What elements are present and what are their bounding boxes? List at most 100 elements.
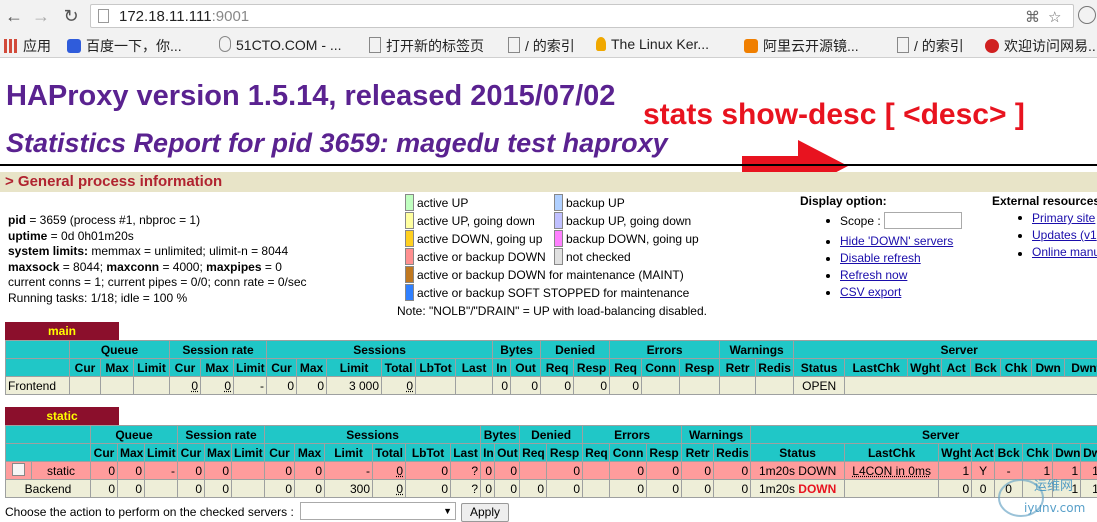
table-cell: 0: [178, 480, 205, 498]
table-cell: [845, 377, 1097, 395]
legend-swatch: [554, 230, 563, 247]
table-cell[interactable]: 0: [373, 480, 406, 498]
header-dwn: Dwn: [1032, 359, 1065, 377]
header-limit: Limit: [145, 444, 178, 462]
bookmark-star-icon[interactable]: ☆: [1048, 8, 1061, 26]
globe-icon[interactable]: [1078, 6, 1096, 24]
csv-export-link[interactable]: CSV export: [840, 285, 901, 299]
bookmark-apps[interactable]: 应用: [4, 36, 51, 56]
table-cell: ?: [451, 480, 481, 498]
bullet-icon: [826, 274, 830, 278]
lastchk-cell[interactable]: L4CON in 0ms: [845, 462, 939, 480]
header-retr: Retr: [682, 444, 714, 462]
action-select[interactable]: ▼: [300, 502, 456, 520]
table-cell: [145, 480, 178, 498]
apply-button[interactable]: Apply: [461, 503, 509, 522]
forward-icon[interactable]: →: [30, 5, 52, 27]
header-sessions: Sessions: [265, 426, 481, 444]
netease-icon: [985, 39, 999, 53]
bookmark-aliyun[interactable]: 阿里云开源镜...: [744, 36, 859, 56]
table-cell: [232, 462, 265, 480]
bookmark-linux-kernel[interactable]: The Linux Ker...: [596, 36, 709, 52]
translate-icon[interactable]: ⌘: [1025, 8, 1040, 26]
updates-link[interactable]: Updates (v1: [1032, 228, 1097, 242]
reload-icon[interactable]: ↻: [60, 5, 82, 27]
table-cell[interactable]: 0: [382, 377, 416, 395]
legend-label: active UP, going down: [417, 214, 535, 228]
table-cell[interactable]: 0: [201, 377, 234, 395]
proxy-title-main[interactable]: main: [5, 322, 119, 340]
server-checkbox[interactable]: [12, 463, 25, 476]
legend-label: active UP: [417, 196, 468, 210]
table-cell: 0: [610, 480, 647, 498]
header-max: Max: [205, 444, 232, 462]
header-chk: Chk: [1001, 359, 1032, 377]
bookmark-netease[interactable]: 欢迎访问网易...: [985, 36, 1097, 56]
table-cell: [134, 377, 170, 395]
table-cell: 0: [205, 480, 232, 498]
header-server: Server: [751, 426, 1097, 444]
table-cell: -: [145, 462, 178, 480]
table-cell: [583, 480, 610, 498]
back-icon[interactable]: ←: [3, 5, 25, 27]
bookmark-51cto[interactable]: 51CTO.COM - ...: [219, 36, 342, 53]
header-limit: Limit: [232, 444, 265, 462]
table-cell: 0: [493, 377, 511, 395]
table-cell: 0: [481, 462, 495, 480]
header-resp: Resp: [647, 444, 682, 462]
table-cell: 0: [714, 480, 751, 498]
pid-value: = 3659 (process #1, nbproc = 1): [26, 213, 200, 227]
header-session-rate: Session rate: [178, 426, 265, 444]
table-cell: 0: [481, 480, 495, 498]
table-cell: 0: [495, 462, 520, 480]
header-req: Req: [520, 444, 547, 462]
legend-swatch: [405, 230, 414, 247]
url-host: 172.18.11.111: [119, 8, 212, 25]
table-cell: 0: [495, 480, 520, 498]
header-req: Req: [541, 359, 574, 377]
bullet-icon: [1018, 216, 1022, 220]
server-row-static: static 0 0 - 0 0 0 0 - 0 0 ? 0 0 0 0 0 0…: [6, 462, 1097, 480]
online-manual-link[interactable]: Online manu: [1032, 245, 1097, 259]
legend-swatch: [405, 194, 414, 211]
bookmark-index-1[interactable]: / 的索引: [508, 36, 575, 56]
external-title-text: External resources: [992, 194, 1097, 208]
uptime-value: = 0d 0h01m20s: [47, 229, 133, 243]
table-cell: 0: [205, 462, 232, 480]
legend-label: active or backup DOWN for maintenance (M…: [417, 268, 684, 282]
bookmarks-bar: 应用 百度一下，你... 51CTO.COM - ... 打开新的标签页 / 的…: [0, 32, 1097, 58]
maxsock-label: maxsock: [8, 260, 59, 274]
page-subtitle: Statistics Report for pid 3659: magedu t…: [6, 128, 668, 159]
table-cell: [456, 377, 493, 395]
proxy-title-static[interactable]: static: [5, 407, 119, 425]
scope-input[interactable]: [884, 212, 962, 229]
page-icon: [369, 37, 381, 53]
table-cell: 0: [972, 480, 995, 498]
table-cell[interactable]: 0: [170, 377, 201, 395]
table-cell: 0: [406, 480, 451, 498]
disable-refresh-link[interactable]: Disable refresh: [840, 251, 921, 265]
table-cell: 0: [297, 377, 327, 395]
bookmark-baidu[interactable]: 百度一下，你...: [67, 36, 182, 56]
refresh-now-link[interactable]: Refresh now: [840, 268, 907, 282]
bookmark-index-2[interactable]: / 的索引: [897, 36, 964, 56]
legend-label: active or backup SOFT STOPPED for mainte…: [417, 286, 689, 300]
hide-down-link[interactable]: Hide 'DOWN' servers: [840, 234, 953, 248]
header-queue: Queue: [91, 426, 178, 444]
table-cell[interactable]: 0: [373, 462, 406, 480]
table-cell: 0: [574, 377, 610, 395]
server-name[interactable]: static: [32, 462, 91, 480]
table-cell: 0: [265, 462, 295, 480]
header-act: Act: [972, 444, 995, 462]
table-cell: 0: [682, 462, 714, 480]
table-cell: 0: [610, 462, 647, 480]
header-cur: Cur: [170, 359, 201, 377]
primary-site-link[interactable]: Primary site: [1032, 211, 1095, 225]
bookmark-new-tab[interactable]: 打开新的标签页: [369, 36, 484, 56]
table-cell: [70, 377, 101, 395]
legend-swatch: [554, 212, 563, 229]
bookmark-label: 打开新的标签页: [386, 38, 484, 54]
header-session-rate: Session rate: [170, 341, 267, 359]
address-bar[interactable]: 172.18.11.111:9001 ⌘ ☆: [90, 4, 1074, 28]
header-total: Total: [382, 359, 416, 377]
